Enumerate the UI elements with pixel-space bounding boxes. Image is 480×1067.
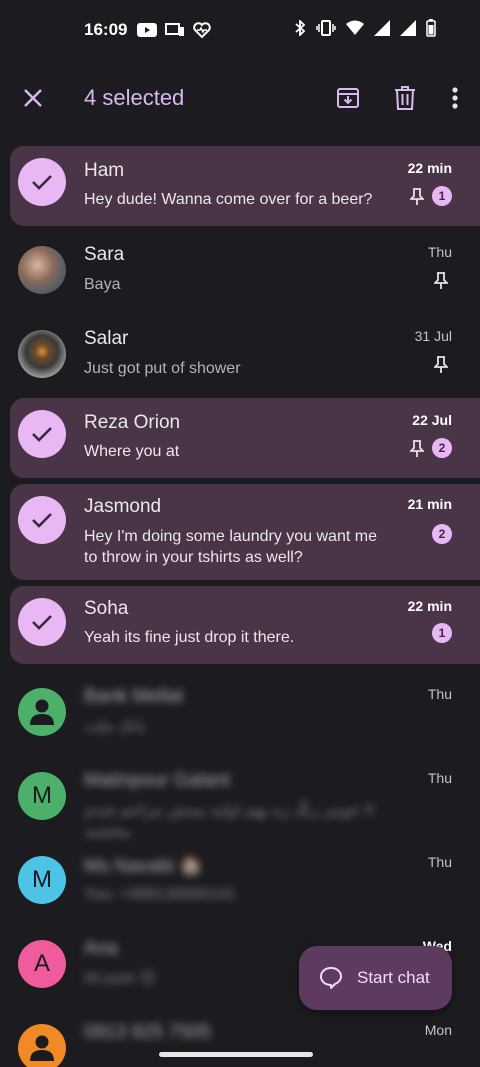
contact-name: Matinpour Galant — [84, 770, 230, 791]
bluetooth-icon — [294, 18, 306, 41]
selection-app-bar: 4 selected — [0, 66, 480, 130]
conversation-list: Ham Hey dude! Wanna come over for a beer… — [0, 146, 480, 1067]
contact-name: Soha — [84, 598, 129, 619]
message-preview: بانک ملت — [84, 718, 147, 735]
pin-icon — [408, 438, 426, 460]
conversation-row[interactable]: Sara Baya Thu — [0, 230, 480, 314]
conversation-row[interactable]: Reza Orion Where you at 22 Jul 2 — [10, 398, 480, 478]
default-avatar — [18, 1024, 66, 1067]
conversation-row[interactable]: M Matinpour Galant لا خونیز رنگ زه بهم ا… — [0, 756, 480, 840]
message-preview: Hey I'm doing some laundry you want me t… — [84, 528, 377, 566]
selected-check-avatar[interactable] — [18, 158, 66, 206]
contact-photo-avatar — [18, 246, 66, 294]
conversation-row[interactable]: Jasmond Hey I'm doing some laundry you w… — [10, 484, 480, 580]
default-avatar — [18, 688, 66, 736]
message-time: 22 min — [407, 160, 452, 176]
archive-icon — [337, 88, 359, 108]
check-icon — [32, 615, 52, 630]
contact-name: Ms Navabi 🏠 — [84, 856, 203, 877]
unread-badge: 2 — [432, 524, 452, 544]
conversation-row[interactable]: Soha Yeah its fine just drop it there. 2… — [10, 586, 480, 664]
message-preview: Yeah its fine just drop it there. — [84, 629, 295, 646]
message-preview: Where you at — [84, 443, 180, 460]
letter-avatar: A — [18, 940, 66, 988]
contact-name: Ham — [84, 160, 125, 181]
message-preview: Hey dude! Wanna come over for a beer? — [84, 191, 373, 208]
letter-avatar: M — [18, 772, 66, 820]
person-icon — [30, 699, 54, 725]
message-time: 21 min — [407, 496, 452, 512]
selected-check-avatar[interactable] — [18, 496, 66, 544]
cast-icon — [165, 23, 185, 37]
message-preview: You: +989130000141 — [84, 886, 237, 903]
gesture-bar[interactable] — [159, 1052, 313, 1057]
youtube-icon — [137, 23, 158, 37]
battery-icon — [426, 18, 436, 42]
contact-name: Ana — [84, 938, 118, 959]
heart-monitor-icon — [193, 22, 212, 38]
pin-icon — [432, 270, 450, 292]
conversation-row[interactable]: Bank Mellat بانک ملت Thu — [0, 672, 480, 756]
contact-name: Sara — [84, 244, 125, 265]
pin-icon — [408, 186, 426, 208]
unread-badge: 2 — [432, 438, 452, 458]
conversation-row[interactable]: Ham Hey dude! Wanna come over for a beer… — [10, 146, 480, 226]
check-icon — [32, 427, 52, 442]
delete-icon — [395, 86, 415, 110]
check-icon — [32, 175, 52, 190]
contact-name: Bank Mellat — [84, 686, 184, 707]
message-time: Thu — [427, 770, 452, 786]
contact-name: Reza Orion — [84, 412, 181, 433]
message-time: Thu — [427, 854, 452, 870]
contact-name: 0913 925 7505 — [84, 1022, 211, 1043]
start-chat-button[interactable]: Start chat — [299, 946, 452, 1010]
archive-button[interactable] — [328, 78, 368, 118]
message-preview: Just got put of shower — [84, 360, 241, 377]
conversation-row[interactable]: M Ms Navabi 🏠 You: +989130000141 Thu — [0, 840, 480, 924]
vibrate-icon — [316, 19, 336, 41]
signal-icon-2 — [400, 19, 416, 41]
signal-icon-1 — [374, 19, 390, 41]
message-time: Thu — [427, 686, 452, 702]
chat-bubble-icon — [320, 967, 342, 989]
unread-badge: 1 — [432, 623, 452, 643]
more-options-button[interactable] — [435, 78, 475, 118]
check-icon — [32, 513, 52, 528]
message-time: 22 Jul — [412, 412, 452, 428]
contact-name: Jasmond — [84, 496, 162, 517]
message-preview: لا خونیز رنگ زه بهم اولیه بیمش مزاحم شدم… — [84, 802, 374, 840]
unread-badge: 1 — [432, 186, 452, 206]
conversation-row[interactable]: 0913 925 7505 Mon — [0, 1008, 480, 1067]
status-bar: 16:09 — [0, 0, 480, 60]
person-icon — [30, 1035, 54, 1061]
message-time: Mon — [424, 1022, 452, 1038]
delete-button[interactable] — [385, 78, 425, 118]
close-icon — [24, 89, 42, 107]
status-time: 16:09 — [84, 20, 128, 39]
message-preview: Baya — [84, 276, 121, 293]
contact-photo-avatar — [18, 330, 66, 378]
conversation-row[interactable]: Salar Just got put of shower 31 Jul — [0, 314, 480, 398]
message-time: Thu — [427, 244, 452, 260]
start-chat-label: Start chat — [357, 968, 430, 987]
selection-count-title: 4 selected — [84, 85, 185, 110]
close-selection-button[interactable] — [14, 79, 52, 117]
message-time: 31 Jul — [414, 328, 452, 344]
contact-name: Salar — [84, 328, 129, 349]
pin-icon — [432, 354, 450, 376]
more-vert-icon — [452, 87, 458, 109]
letter-avatar: M — [18, 856, 66, 904]
wifi-icon — [346, 20, 364, 40]
selected-check-avatar[interactable] — [18, 598, 66, 646]
message-time: 22 min — [407, 598, 452, 614]
selected-check-avatar[interactable] — [18, 410, 66, 458]
